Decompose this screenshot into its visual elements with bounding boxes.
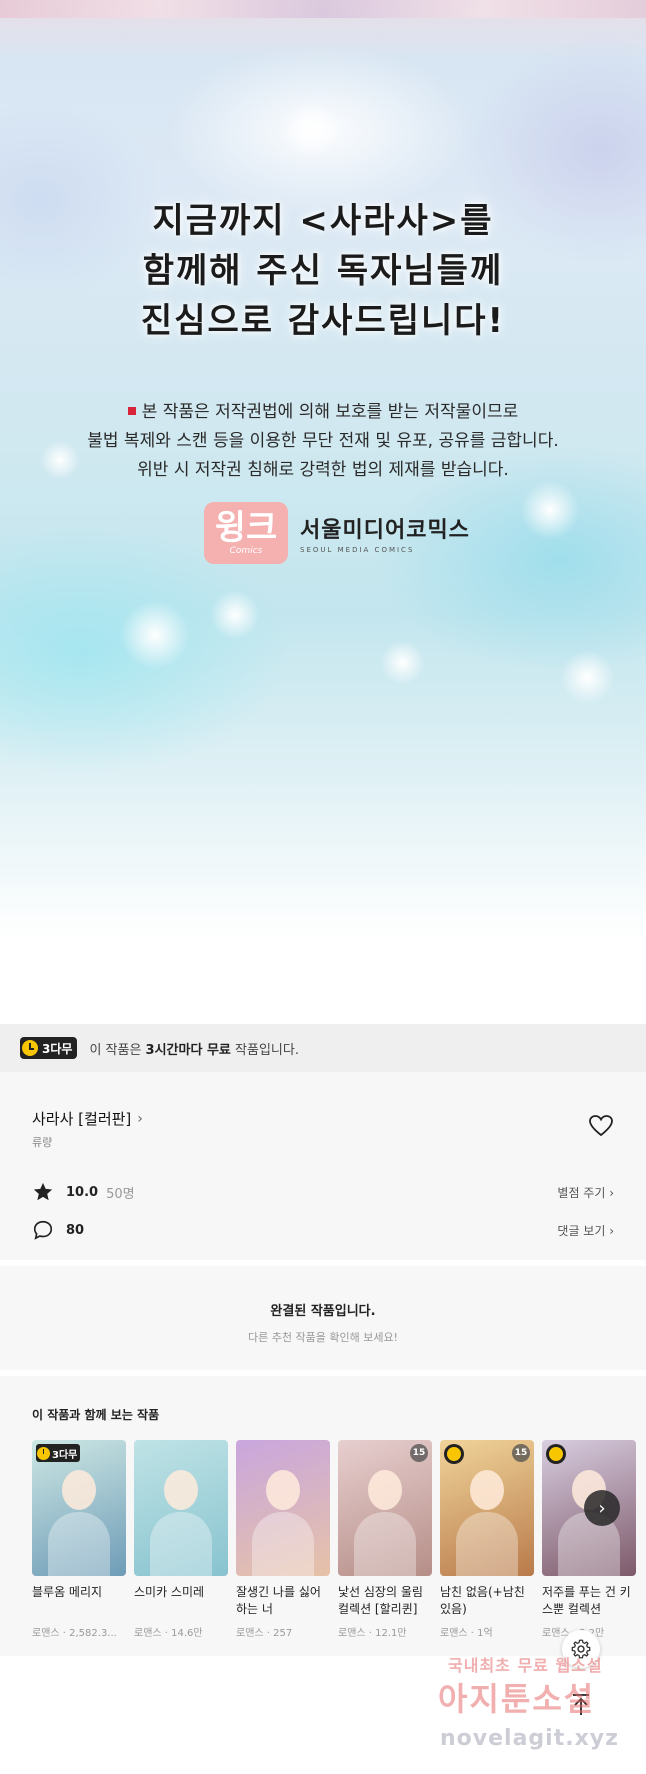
wait-free-badge: 3다무 — [36, 1444, 81, 1462]
clock-icon — [444, 1444, 464, 1464]
watermark-brand: 아지툰소설 — [438, 1680, 596, 1718]
clock-icon — [546, 1444, 566, 1464]
clock-icon — [37, 1446, 50, 1460]
clock-icon — [22, 1040, 38, 1056]
notice-line: 불법 복제와 스캔 등을 이용한 무단 전재 및 유포, 공유를 금합니다. — [87, 431, 559, 451]
thanks-line: 지금까지 <사라사>를 — [152, 201, 494, 241]
comment-count: 80 — [66, 1222, 85, 1238]
copyright-notice: 본 작품은 저작권법에 의해 보호를 받는 저작물이므로 불법 복제와 스캔 등… — [0, 398, 646, 485]
site-watermark: 국내최초 무료 웹소설 아지툰소설 novelagit.xyz — [430, 1644, 640, 1770]
cover-figure — [470, 1470, 504, 1510]
completed-heading: 완결된 작품입니다. — [270, 1304, 376, 1319]
age-rating-badge: 15 — [512, 1444, 530, 1462]
recommendation-meta: 로맨스 · 1억 — [440, 1628, 493, 1639]
sparkle — [210, 590, 260, 640]
recommendation-cover: 15 — [338, 1440, 432, 1576]
rating-score: 10.0 — [66, 1184, 99, 1200]
notice-line: 본 작품은 저작권법에 의해 보호를 받는 저작물이므로 — [141, 402, 519, 422]
comment-row: 80 댓글 보기 › — [32, 1218, 614, 1242]
view-comments-button[interactable]: 댓글 보기 › — [557, 1222, 614, 1239]
watermark-tagline: 국내최초 무료 웹소설 — [448, 1656, 603, 1675]
recommendation-title: 저주를 푸는 건 키스뿐 컬렉션 — [542, 1585, 631, 1616]
recommendation-meta: 로맨스 · 14.6만 — [134, 1628, 203, 1639]
series-info-panel: 사라사 [컬러판] › 류량 10.0 50명 별점 주기 › 80 댓글 보기… — [0, 1072, 646, 1260]
completed-subtext: 다른 추천 작품을 확인해 보세요! — [248, 1331, 398, 1344]
wink-logo-text: 윙크 — [214, 508, 278, 548]
comment-bubble-icon — [33, 1220, 53, 1240]
seoul-logo-text: 서울미디어코믹스 — [300, 518, 470, 543]
recommendation-meta: 로맨스 · 257 — [236, 1628, 293, 1639]
recommendation-cover: 3다무 — [32, 1440, 126, 1576]
seoul-logo-subtext: SEOUL MEDIA COMICS — [300, 546, 415, 554]
wait-free-badge: 3다무 — [20, 1037, 78, 1059]
recommendation-title: 낯선 심장의 울림 컬렉션 [할리퀸] — [338, 1585, 423, 1616]
recommendation-meta: 로맨스 · 12.1만 — [338, 1628, 407, 1639]
rate-button[interactable]: 별점 주기 › — [557, 1184, 614, 1201]
chevron-right-icon: › — [137, 1110, 143, 1127]
carousel-next-button[interactable]: › — [584, 1490, 620, 1526]
chevron-right-icon: › — [598, 1497, 606, 1519]
recommendation-meta: 로맨스 · 2,582.3... — [32, 1628, 117, 1639]
recommendation-title: 블루옴 메리지 — [32, 1585, 103, 1599]
recommendation-card[interactable]: 3다무블루옴 메리지로맨스 · 2,582.3... — [32, 1440, 126, 1639]
age-rating-badge: 15 — [410, 1444, 428, 1462]
thanks-message: 지금까지 <사라사>를 함께해 주신 독자님들께 진심으로 감사드립니다! — [0, 196, 646, 346]
heart-icon — [589, 1115, 613, 1137]
recommendation-cover — [236, 1440, 330, 1576]
cover-figure — [164, 1470, 198, 1510]
thanks-line: 진심으로 감사드립니다! — [140, 301, 506, 341]
favorite-heart-button[interactable] — [588, 1114, 614, 1138]
recommendation-cover: 15 — [440, 1440, 534, 1576]
recommendation-card[interactable]: 스미카 스미레로맨스 · 14.6만 — [134, 1440, 228, 1639]
wink-logo-subtext: Comics — [229, 546, 263, 556]
recommendation-title: 잘생긴 나를 싫어하는 너 — [236, 1585, 321, 1616]
free-banner-text: 이 작품은 3시간마다 무료 작품입니다. — [89, 1039, 299, 1058]
illustration-top-strip — [0, 0, 646, 18]
publisher-logos: 윙크 Comics 서울미디어코믹스 SEOUL MEDIA COMICS — [204, 500, 470, 566]
badge-label: 3다무 — [52, 1449, 78, 1461]
star-icon — [33, 1182, 53, 1201]
watermark-domain: novelagit.xyz — [440, 1726, 619, 1751]
completed-series-notice: 완결된 작품입니다. 다른 추천 작품을 확인해 보세요! — [0, 1266, 646, 1370]
free-banner-bold: 3시간마다 무료 — [145, 1042, 231, 1058]
free-every-3-hours-banner: 3다무 이 작품은 3시간마다 무료 작품입니다. — [0, 1024, 646, 1072]
recommendation-card[interactable]: 15 남친 없음(+남친 있음) 로맨스 · 1억 — [440, 1440, 534, 1639]
episode-end-illustration: 지금까지 <사라사>를 함께해 주신 독자님들께 진심으로 감사드립니다! 본 … — [0, 0, 646, 1020]
recommendation-card[interactable]: 저주를 푸는 건 키스뿐 컬렉션로맨스 · 3.2만 — [542, 1440, 636, 1639]
sparkle — [120, 600, 190, 670]
wink-comics-logo: 윙크 Comics — [204, 502, 288, 564]
sparkle — [520, 480, 580, 540]
recommendations-title: 이 작품과 함께 보는 작품 — [32, 1408, 160, 1422]
notice-line: 위반 시 저작권 침해로 강력한 법의 제재를 받습니다. — [137, 460, 509, 480]
cover-figure — [368, 1470, 402, 1510]
sparkle — [380, 640, 425, 685]
recommendation-title: 남친 없음(+남친 있음) — [440, 1585, 525, 1616]
sparkle — [560, 650, 615, 705]
rating-count: 50명 — [106, 1186, 135, 1202]
cover-figure — [266, 1470, 300, 1510]
recommendations-list: 3다무 블루옴 메리지 로맨스 · 2,582.3... 스미카 스미레 로맨스 · 1… — [32, 1440, 644, 1639]
free-banner-text-part: 작품입니다. — [230, 1042, 299, 1058]
rating-row: 10.0 50명 별점 주기 › — [32, 1180, 614, 1204]
recommendation-card[interactable]: 15 낯선 심장의 울림 컬렉션 [할리퀸] 로맨스 · 12.1만 — [338, 1440, 432, 1639]
cover-figure — [62, 1470, 96, 1510]
free-banner-text-part: 이 작품은 — [89, 1042, 146, 1058]
recommendations-section: 이 작품과 함께 보는 작품 3다무블루옴 메리지로맨스 · 2,582.3..… — [0, 1376, 646, 1656]
recommendation-title: 스미카 스미레 — [134, 1585, 205, 1599]
cover-figure — [456, 1512, 518, 1576]
thanks-line: 함께해 주신 독자님들께 — [142, 251, 504, 291]
cover-figure — [252, 1512, 314, 1576]
sparkle — [280, 100, 340, 160]
series-title: 사라사 [컬러판] — [32, 1110, 132, 1128]
series-title-link[interactable]: 사라사 [컬러판] › — [32, 1108, 143, 1129]
badge-label: 3다무 — [42, 1041, 73, 1056]
cover-figure — [354, 1512, 416, 1576]
cover-figure — [48, 1512, 110, 1576]
cover-figure — [150, 1512, 212, 1576]
series-author: 류량 — [32, 1136, 53, 1149]
red-square-icon — [127, 407, 136, 415]
recommendation-card[interactable]: 잘생긴 나를 싫어하는 너로맨스 · 257 — [236, 1440, 330, 1639]
recommendation-cover — [134, 1440, 228, 1576]
seoul-media-comics-logo: 서울미디어코믹스 SEOUL MEDIA COMICS — [300, 512, 470, 554]
